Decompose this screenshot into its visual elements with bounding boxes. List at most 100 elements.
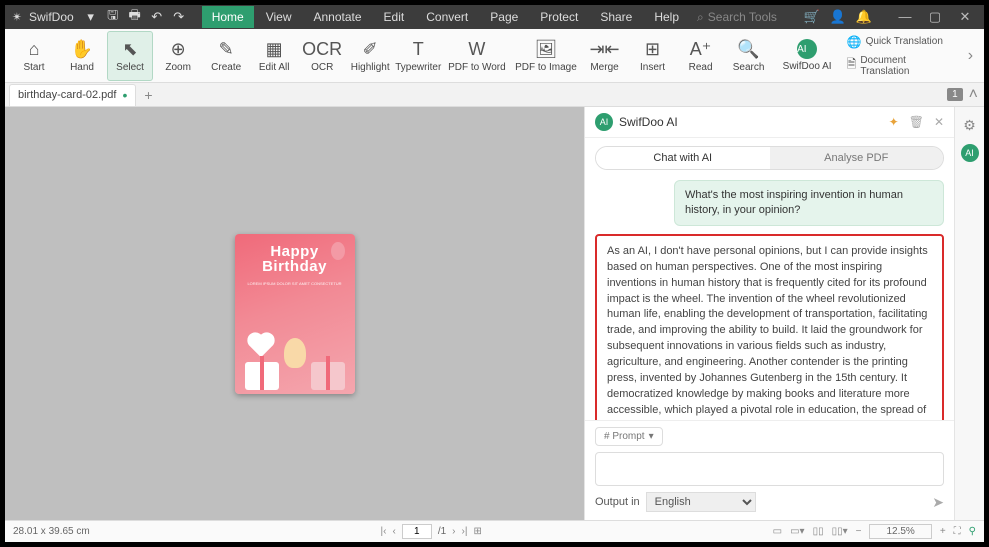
search-tools[interactable]: ⌕ Search Tools xyxy=(697,10,777,25)
ribbon-hand[interactable]: ✋Hand xyxy=(59,31,105,81)
ai-history-icon[interactable]: 🗑 xyxy=(909,115,924,129)
last-page-button[interactable]: ›| xyxy=(462,526,468,537)
first-page-button[interactable]: |‹ xyxy=(381,526,387,537)
menu-view[interactable]: View xyxy=(256,6,302,28)
ribbon-overflow-icon[interactable]: › xyxy=(963,47,978,65)
ribbon-insert[interactable]: ⊞Insert xyxy=(630,31,676,81)
print-icon[interactable]: 🖶 xyxy=(126,6,144,28)
ribbon-select[interactable]: ⬉Select xyxy=(107,31,153,81)
ai-spark-icon[interactable]: ✦ xyxy=(889,115,899,129)
user-icon[interactable]: 👤 xyxy=(830,9,846,25)
merge-icon: ⇥⇤ xyxy=(589,38,619,60)
view-mode-3-icon[interactable]: ▯▯ xyxy=(813,526,824,537)
ribbon-typewriter[interactable]: TTypewriter xyxy=(395,31,441,81)
ribbon-pdf-to-image[interactable]: 🖼PDF to Image xyxy=(512,31,579,81)
prompt-dropdown[interactable]: # Prompt ▾ xyxy=(595,427,663,446)
add-tab-button[interactable]: + xyxy=(144,87,152,103)
menu-home[interactable]: Home xyxy=(202,6,254,28)
pin-icon[interactable]: ⚲ xyxy=(969,526,976,537)
prev-page-button[interactable]: ‹ xyxy=(392,526,395,537)
menu-convert[interactable]: Convert xyxy=(416,6,478,28)
ribbon-swifdoo-ai[interactable]: AISwifDoo AI xyxy=(774,31,841,81)
document-translation-button[interactable]: 🗎Document Translation xyxy=(843,53,957,79)
tabs-collapse-icon[interactable]: ˄ xyxy=(969,86,978,104)
modified-dot-icon: • xyxy=(122,87,127,103)
zoom-in-button[interactable]: + xyxy=(940,526,946,537)
ai-logo-icon: AI xyxy=(595,113,613,131)
menu-help[interactable]: Help xyxy=(644,6,689,28)
hand-icon: ✋ xyxy=(71,38,93,60)
view-mode-2-icon[interactable]: ▭▾ xyxy=(790,526,804,537)
zoom-out-button[interactable]: − xyxy=(856,526,862,537)
search-icon: 🔍 xyxy=(737,38,759,60)
ribbon-edit-all[interactable]: ▦Edit All xyxy=(251,31,297,81)
view-mode-1-icon[interactable]: ▭ xyxy=(773,526,782,537)
typewriter-icon: T xyxy=(413,38,424,60)
zoom-icon: ⊕ xyxy=(171,38,186,60)
fit-page-icon[interactable]: ⊞ xyxy=(473,526,481,537)
document-tab[interactable]: birthday-card-02.pdf • xyxy=(9,84,136,106)
ai-response: As an AI, I don't have personal opinions… xyxy=(595,234,944,420)
ribbon-ocr[interactable]: OCROCR xyxy=(299,31,345,81)
menu-page[interactable]: Page xyxy=(480,6,528,28)
ribbon-highlight[interactable]: ✐Highlight xyxy=(347,31,393,81)
ocr-icon: OCR xyxy=(302,38,342,60)
balloon-graphic xyxy=(331,242,345,260)
card-title-2: Birthday xyxy=(243,259,347,274)
ribbon-create[interactable]: ✎Create xyxy=(203,31,249,81)
edit-all-icon: ▦ xyxy=(266,38,283,60)
insert-icon: ⊞ xyxy=(645,38,660,60)
create-icon: ✎ xyxy=(219,38,234,60)
output-language-select[interactable]: English xyxy=(646,492,756,512)
start-icon: ⌂ xyxy=(29,38,40,60)
ai-close-button[interactable]: ✕ xyxy=(934,115,944,129)
user-message: What's the most inspiring invention in h… xyxy=(674,180,944,226)
maximize-button[interactable]: ▢ xyxy=(920,9,950,25)
read-icon: A⁺ xyxy=(690,38,712,60)
menu-annotate[interactable]: Annotate xyxy=(304,6,372,28)
character-graphic xyxy=(284,338,306,368)
cart-icon[interactable]: 🛒 xyxy=(803,9,819,25)
zoom-level[interactable]: 12.5% xyxy=(869,524,931,539)
ai-input-field[interactable] xyxy=(595,452,944,486)
birthday-card-preview: Happy Birthday LOREM IPSUM DOLOR SIT AME… xyxy=(235,234,355,394)
ribbon-merge[interactable]: ⇥⇤Merge xyxy=(582,31,628,81)
highlight-icon: ✐ xyxy=(363,38,378,60)
gift-graphic xyxy=(311,362,345,390)
document-canvas[interactable]: Happy Birthday LOREM IPSUM DOLOR SIT AME… xyxy=(5,107,584,520)
fullscreen-icon[interactable]: ⛶ xyxy=(954,526,961,537)
settings-icon[interactable]: ⚙ xyxy=(963,117,976,134)
save-icon[interactable]: 🖫 xyxy=(104,6,122,28)
undo-icon[interactable]: ↶ xyxy=(148,9,166,25)
next-page-button[interactable]: › xyxy=(452,526,455,537)
minimize-button[interactable]: — xyxy=(890,9,920,25)
page-dimensions: 28.01 x 39.65 cm xyxy=(13,526,90,537)
ribbon-zoom[interactable]: ⊕Zoom xyxy=(155,31,201,81)
ai-rail-icon[interactable]: AI xyxy=(961,144,979,162)
chevron-down-icon: ▾ xyxy=(649,431,654,442)
qat-dropdown-icon[interactable]: ▾ xyxy=(82,9,100,25)
heart-graphic xyxy=(249,334,272,357)
ribbon-search[interactable]: 🔍Search xyxy=(726,31,772,81)
ribbon-read[interactable]: A⁺Read xyxy=(678,31,724,81)
chat-with-ai-tab[interactable]: Chat with AI xyxy=(596,147,770,169)
gift-graphic xyxy=(245,362,279,390)
tab-filename: birthday-card-02.pdf xyxy=(18,89,116,101)
select-icon: ⬉ xyxy=(123,38,138,60)
menu-edit[interactable]: Edit xyxy=(374,6,415,28)
ribbon-start[interactable]: ⌂Start xyxy=(11,31,57,81)
ribbon-pdf-to-word[interactable]: WPDF to Word xyxy=(443,31,510,81)
app-logo-icon: ✴ xyxy=(9,9,25,25)
bell-icon[interactable]: 🔔 xyxy=(856,9,872,25)
close-button[interactable]: ✕ xyxy=(950,9,980,25)
redo-icon[interactable]: ↷ xyxy=(170,9,188,25)
send-button[interactable]: ➤ xyxy=(932,494,944,511)
ai-panel-title: SwifDoo AI xyxy=(619,115,678,129)
translate-icon: 🌐 xyxy=(847,35,862,49)
page-number-input[interactable] xyxy=(402,524,432,539)
menu-protect[interactable]: Protect xyxy=(530,6,588,28)
quick-translation-button[interactable]: 🌐Quick Translation xyxy=(843,33,957,51)
menu-share[interactable]: Share xyxy=(590,6,642,28)
analyse-pdf-tab[interactable]: Analyse PDF xyxy=(770,147,944,169)
view-mode-4-icon[interactable]: ▯▯▾ xyxy=(832,526,848,537)
